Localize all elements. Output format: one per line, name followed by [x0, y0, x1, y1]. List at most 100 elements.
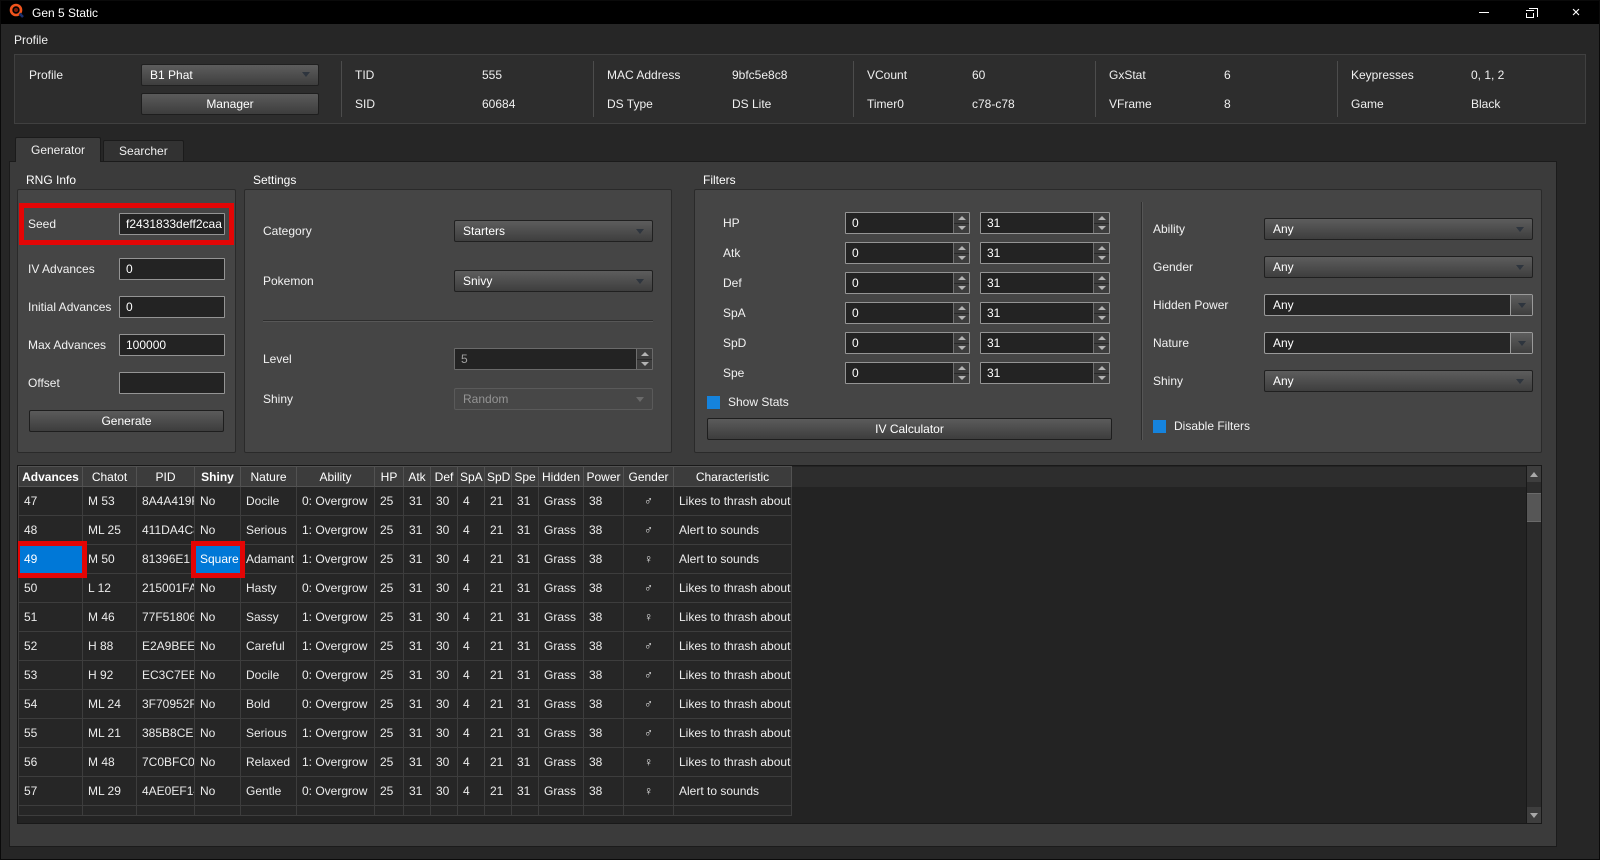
- table-cell[interactable]: Likes to thrash about: [673, 747, 792, 777]
- table-cell[interactable]: 25: [374, 718, 404, 748]
- table-cell[interactable]: Serious: [240, 515, 297, 545]
- table-cell[interactable]: 56: [18, 747, 83, 777]
- table-cell[interactable]: No: [194, 631, 241, 661]
- vertical-scrollbar[interactable]: [1526, 466, 1541, 823]
- dropdown-button[interactable]: [1510, 333, 1532, 353]
- table-cell[interactable]: Hasty: [240, 573, 297, 603]
- table-cell[interactable]: 38: [583, 486, 624, 516]
- table-cell[interactable]: 25: [374, 747, 404, 777]
- iv-calculator-button[interactable]: IV Calculator: [707, 418, 1112, 440]
- column-header-pid[interactable]: PID: [136, 466, 195, 487]
- close-button[interactable]: ×: [1553, 1, 1599, 24]
- male-icon[interactable]: ♂: [623, 573, 674, 603]
- table-cell[interactable]: E2A9BEE8: [136, 631, 195, 661]
- table-cell[interactable]: L 12: [82, 573, 137, 603]
- table-row[interactable]: 55 ML 21 385B8CE9 No Serious 1: Overgrow 25 31 3…: [18, 718, 1527, 748]
- table-row[interactable]: 52H 88E2A9BEE8NoCareful1: Overgrow253130…: [18, 631, 1527, 661]
- table-cell[interactable]: Likes to thrash about: [673, 718, 792, 748]
- table-cell[interactable]: Bold: [240, 689, 297, 719]
- iv-min-spinbox[interactable]: 0: [845, 212, 970, 234]
- table-cell[interactable]: No: [194, 718, 241, 748]
- table-cell[interactable]: Grass: [538, 718, 584, 748]
- table-cell[interactable]: 1: Overgrow: [296, 515, 375, 545]
- arrow-up-icon[interactable]: [1094, 363, 1109, 374]
- iv-min-spinbox[interactable]: 0: [845, 332, 970, 354]
- table-cell[interactable]: No: [194, 573, 241, 603]
- iv-max-spinbox[interactable]: 31: [980, 332, 1110, 354]
- male-icon[interactable]: ♂: [623, 515, 674, 545]
- table-row[interactable]: 51 M 46 77F51806 No Sassy 1: Overgrow 25 31 30 4 2…: [18, 602, 1527, 632]
- table-cell[interactable]: Sassy: [240, 602, 297, 632]
- table-cell[interactable]: 25: [374, 573, 404, 603]
- table-cell[interactable]: 52: [18, 631, 83, 661]
- column-header-power[interactable]: Power: [583, 466, 624, 487]
- table-cell[interactable]: 1: Overgrow: [296, 544, 375, 574]
- table-cell[interactable]: Grass: [538, 689, 584, 719]
- table-cell[interactable]: 30: [430, 515, 458, 545]
- arrow-down-icon[interactable]: [954, 343, 969, 353]
- arrow-down-icon[interactable]: [1094, 313, 1109, 323]
- table-cell[interactable]: 21: [484, 689, 512, 719]
- table-cell[interactable]: 31: [403, 776, 431, 806]
- table-cell[interactable]: Gentle: [240, 776, 297, 806]
- table-cell[interactable]: 0: Overgrow: [296, 660, 375, 690]
- iv-max-spinbox[interactable]: 31: [980, 212, 1110, 234]
- arrow-up-icon[interactable]: [1094, 243, 1109, 254]
- arrow-up-icon[interactable]: [637, 349, 652, 360]
- table-cell[interactable]: 47: [18, 486, 83, 516]
- table-cell[interactable]: 21: [484, 718, 512, 748]
- table-cell[interactable]: 385B8CE9: [136, 718, 195, 748]
- iv-advances-input[interactable]: 0: [119, 258, 225, 280]
- table-cell[interactable]: 30: [430, 776, 458, 806]
- table-cell[interactable]: 21: [484, 660, 512, 690]
- spinner-buttons[interactable]: [636, 349, 652, 369]
- table-cell[interactable]: Grass: [538, 486, 584, 516]
- table-cell[interactable]: 38: [583, 544, 624, 574]
- column-header-spe[interactable]: Spe: [511, 466, 539, 487]
- iv-max-spinbox[interactable]: 31: [980, 302, 1110, 324]
- table-cell[interactable]: 38: [583, 573, 624, 603]
- table-cell[interactable]: 38: [583, 776, 624, 806]
- arrow-down-icon[interactable]: [954, 373, 969, 383]
- table-cell[interactable]: ML 24: [82, 689, 137, 719]
- spinner-buttons[interactable]: [1093, 303, 1109, 323]
- male-icon[interactable]: ♂: [623, 660, 674, 690]
- restore-button[interactable]: [1507, 1, 1553, 24]
- nature-filter-dropdown[interactable]: Any: [1264, 332, 1533, 354]
- table-cell[interactable]: 25: [374, 689, 404, 719]
- table-cell[interactable]: 30: [430, 660, 458, 690]
- table-cell[interactable]: 31: [511, 544, 539, 574]
- table-cell[interactable]: 31: [403, 486, 431, 516]
- column-header-advances[interactable]: Advances: [18, 466, 83, 487]
- arrow-up-icon[interactable]: [1094, 273, 1109, 284]
- arrow-down-icon[interactable]: [1094, 343, 1109, 353]
- table-cell[interactable]: Likes to thrash about: [673, 631, 792, 661]
- table-cell[interactable]: 4: [457, 747, 485, 777]
- arrow-down-icon[interactable]: [954, 223, 969, 233]
- arrow-up-icon[interactable]: [1094, 213, 1109, 224]
- table-cell[interactable]: 21: [484, 776, 512, 806]
- table-cell[interactable]: 25: [374, 602, 404, 632]
- table-row[interactable]: 48 ML 25 411DA4C8 No Serious 1: Overgrow 25 31 3…: [18, 515, 1527, 545]
- offset-input[interactable]: [119, 372, 225, 394]
- table-cell[interactable]: 31: [511, 718, 539, 748]
- table-row[interactable]: 54 ML 24 3F70952F No Bold 0: Overgrow 25 31 30 4 2…: [18, 689, 1527, 719]
- table-cell[interactable]: Docile: [240, 660, 297, 690]
- max-advances-input[interactable]: 100000: [119, 334, 225, 356]
- iv-max-spinbox[interactable]: 31: [980, 242, 1110, 264]
- pokemon-dropdown[interactable]: Snivy: [454, 270, 653, 292]
- table-cell[interactable]: 31: [511, 515, 539, 545]
- table-cell[interactable]: 25: [374, 631, 404, 661]
- iv-min-spinbox[interactable]: 0: [845, 302, 970, 324]
- iv-max-spinbox[interactable]: 31: [980, 272, 1110, 294]
- table-cell[interactable]: 4: [457, 544, 485, 574]
- table-cell[interactable]: Relaxed: [240, 747, 297, 777]
- table-row[interactable]: 49 M 50 81396E1E Square Adamant 1: Overgrow 25…: [18, 540, 1527, 578]
- table-cell[interactable]: Alert to sounds: [673, 776, 792, 806]
- table-cell[interactable]: 0: Overgrow: [296, 573, 375, 603]
- column-header-spd[interactable]: SpD: [484, 466, 512, 487]
- profile-dropdown[interactable]: B1 Phat: [141, 63, 319, 86]
- table-cell[interactable]: 21: [484, 573, 512, 603]
- table-cell[interactable]: 21: [484, 515, 512, 545]
- table-cell[interactable]: 30: [430, 486, 458, 516]
